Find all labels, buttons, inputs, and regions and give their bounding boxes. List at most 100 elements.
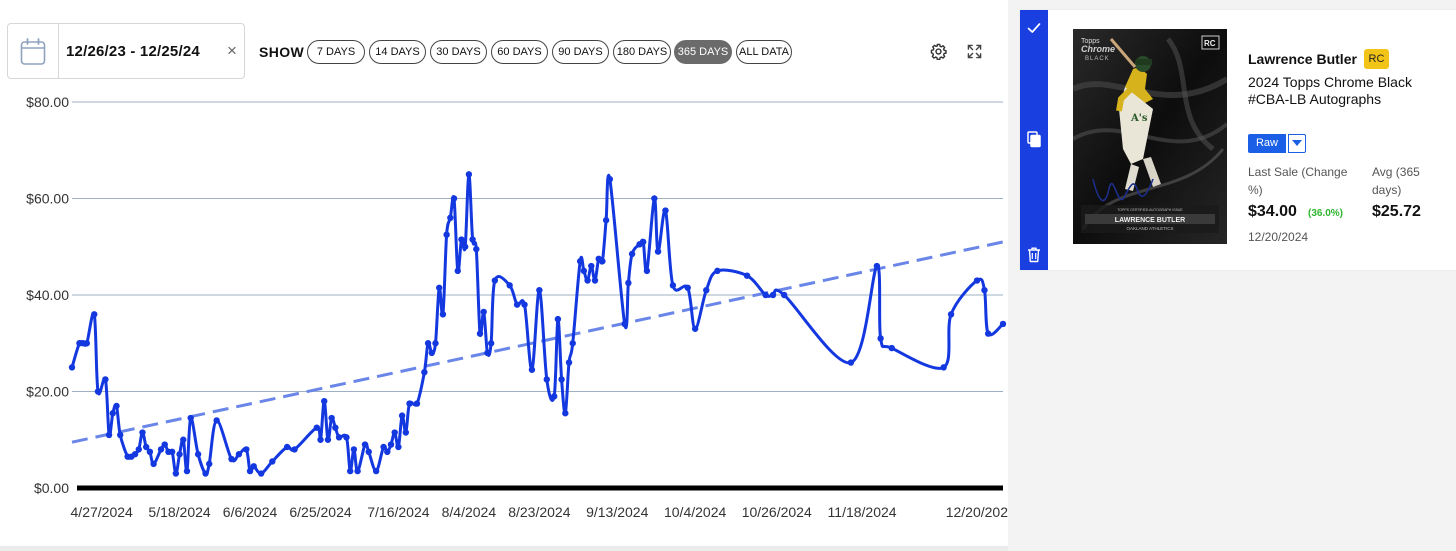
x-tick-label: 7/16/2024 bbox=[367, 504, 429, 520]
sale-point bbox=[762, 291, 769, 299]
card-detail-panel: Topps Chrome BLACK RC A's TOPPS CERTIFIE… bbox=[1020, 10, 1456, 270]
sale-point bbox=[228, 455, 235, 463]
card-nameplate: LAWRENCE BUTLER bbox=[1115, 217, 1185, 224]
trash-icon[interactable] bbox=[1026, 246, 1042, 263]
x-tick-label: 10/4/2024 bbox=[664, 504, 726, 520]
sale-point bbox=[469, 236, 476, 243]
sale-point bbox=[669, 282, 677, 289]
card-action-rail bbox=[1020, 10, 1048, 270]
sale-point bbox=[187, 414, 194, 422]
sale-point bbox=[206, 460, 213, 468]
sale-point bbox=[558, 376, 565, 383]
sale-point bbox=[350, 446, 358, 453]
last-sale-date: 12/20/2024 bbox=[1248, 230, 1309, 244]
card-team: OAKLAND ATHLETICS bbox=[1127, 226, 1174, 231]
sale-point bbox=[458, 236, 465, 243]
sale-point bbox=[354, 467, 361, 475]
sale-point bbox=[473, 245, 480, 253]
sale-point bbox=[643, 267, 651, 275]
card-certified-text: TOPPS CERTIFIED AUTOGRAPH ISSUE bbox=[1117, 208, 1183, 212]
average-label: Avg (365 days) bbox=[1372, 165, 1420, 197]
sale-point bbox=[324, 436, 332, 443]
sale-point bbox=[621, 320, 628, 328]
sale-point bbox=[109, 410, 117, 417]
sale-point bbox=[365, 448, 372, 456]
sale-point bbox=[117, 431, 124, 439]
sale-point bbox=[113, 402, 120, 410]
svg-text:A's: A's bbox=[1130, 113, 1148, 124]
sale-point bbox=[395, 443, 402, 451]
sale-point bbox=[584, 277, 591, 284]
sale-point bbox=[387, 441, 395, 448]
sale-point bbox=[391, 429, 398, 436]
sale-point bbox=[432, 340, 439, 347]
card-brand-chrome: Chrome bbox=[1081, 44, 1115, 54]
sale-point bbox=[491, 277, 499, 284]
card-rc-logo: RC bbox=[1204, 39, 1216, 48]
price-line bbox=[70, 172, 1004, 476]
grade-value[interactable]: Raw bbox=[1248, 134, 1286, 153]
sale-point bbox=[476, 330, 484, 337]
sale-point bbox=[543, 376, 550, 383]
sale-point bbox=[372, 467, 380, 475]
sale-point bbox=[194, 451, 202, 458]
sale-point bbox=[984, 330, 992, 337]
sale-point bbox=[413, 400, 421, 407]
y-tick-label: $0.00 bbox=[34, 480, 69, 496]
sale-point bbox=[68, 364, 76, 371]
card-title: 2024 Topps Chrome Black #CBA-LB Autograp… bbox=[1248, 74, 1412, 107]
sale-point bbox=[847, 359, 855, 366]
sale-point bbox=[606, 176, 614, 183]
sale-point bbox=[424, 340, 432, 347]
sale-point bbox=[384, 448, 391, 456]
sale-point bbox=[235, 451, 243, 458]
sale-point bbox=[243, 446, 250, 453]
sale-point bbox=[947, 311, 955, 318]
sale-point bbox=[91, 311, 98, 318]
sale-point bbox=[562, 410, 569, 417]
sale-point bbox=[291, 446, 298, 453]
grade-dropdown-button[interactable] bbox=[1288, 134, 1306, 153]
sale-point bbox=[313, 424, 321, 431]
card-image[interactable]: Topps Chrome BLACK RC A's TOPPS CERTIFIE… bbox=[1073, 29, 1227, 244]
sale-point bbox=[480, 308, 487, 316]
sale-point bbox=[146, 448, 154, 456]
panel-bottom-edge bbox=[0, 546, 1008, 551]
sale-point bbox=[447, 214, 454, 221]
sale-point bbox=[691, 325, 699, 332]
last-sale-change: (36.0%) bbox=[1308, 208, 1344, 219]
copy-icon[interactable] bbox=[1026, 131, 1042, 149]
sale-point bbox=[454, 267, 461, 275]
sale-point bbox=[973, 277, 981, 284]
sale-point bbox=[602, 217, 610, 224]
sale-point bbox=[536, 286, 543, 294]
sale-point bbox=[183, 467, 191, 475]
y-axis: $0.00 $20.00 $40.00 $60.00 $80.00 bbox=[26, 94, 69, 496]
sale-point bbox=[565, 359, 573, 366]
chevron-down-icon bbox=[1292, 140, 1302, 146]
sale-point bbox=[135, 446, 142, 453]
check-icon[interactable] bbox=[1026, 20, 1042, 36]
sale-point bbox=[361, 441, 369, 448]
x-axis: 4/27/2024 5/18/2024 6/6/2024 6/25/2024 7/16/… bbox=[71, 504, 1008, 520]
x-tick-label: 10/26/2024 bbox=[742, 504, 812, 520]
sale-point bbox=[105, 431, 113, 439]
sale-point bbox=[625, 279, 632, 287]
sale-point bbox=[102, 376, 109, 383]
sale-point bbox=[83, 340, 91, 347]
sale-point bbox=[940, 364, 947, 371]
x-tick-label: 9/13/2024 bbox=[586, 504, 648, 520]
sale-point bbox=[250, 463, 257, 470]
sale-point bbox=[443, 231, 450, 238]
sale-point bbox=[321, 397, 328, 405]
player-name[interactable]: Lawrence Butler bbox=[1248, 51, 1357, 67]
sale-point bbox=[877, 335, 884, 342]
sale-point bbox=[335, 434, 343, 441]
sale-point bbox=[591, 277, 599, 284]
average-price: $25.72 bbox=[1372, 203, 1421, 220]
sale-point bbox=[981, 286, 988, 294]
sale-point bbox=[599, 258, 606, 265]
sale-point bbox=[343, 434, 350, 441]
sale-point bbox=[506, 282, 513, 289]
sale-point bbox=[398, 412, 406, 419]
